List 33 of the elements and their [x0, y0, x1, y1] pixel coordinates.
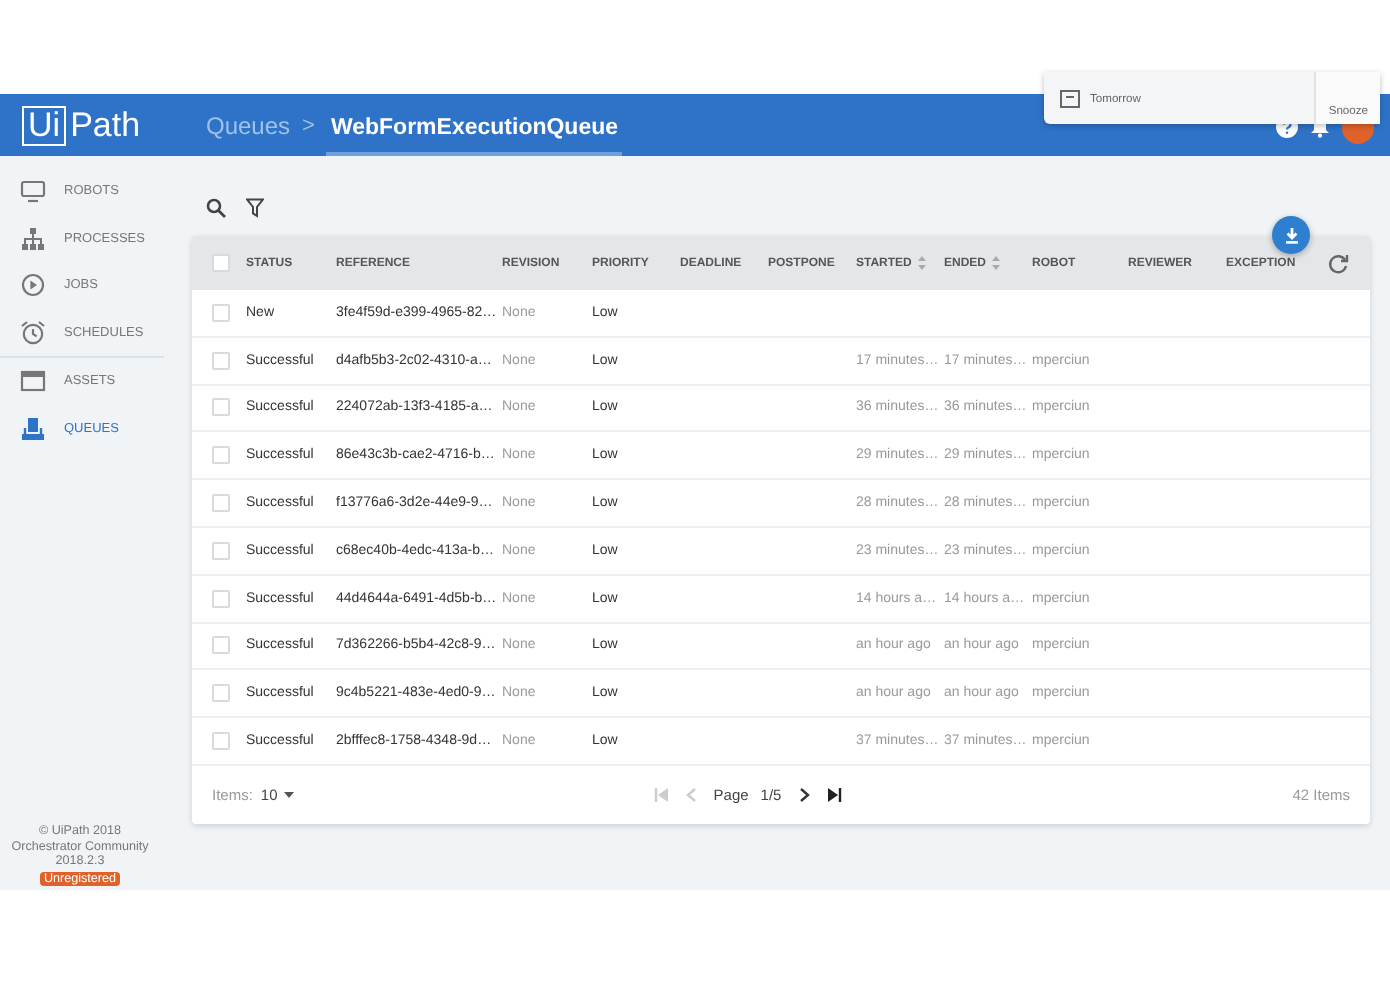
- alarm-clock-icon: [20, 319, 46, 346]
- breadcrumb-link[interactable]: Queues: [206, 111, 291, 139]
- row-checkbox[interactable]: [212, 636, 230, 655]
- download-icon: [1283, 227, 1299, 243]
- row-checkbox[interactable]: [212, 398, 230, 417]
- calendar-icon: [20, 368, 46, 395]
- logo-text: Path: [70, 105, 141, 145]
- breadcrumb-separator: >: [302, 113, 315, 137]
- filter-icon[interactable]: [246, 197, 264, 217]
- row-checkbox[interactable]: [212, 589, 230, 608]
- calendar-icon: [1060, 90, 1080, 108]
- logo-mark: Ui: [22, 105, 67, 145]
- next-page-icon[interactable]: [799, 787, 810, 802]
- row-checkbox[interactable]: [212, 541, 230, 560]
- row-checkbox[interactable]: [212, 684, 230, 703]
- sort-icon[interactable]: [992, 255, 1001, 270]
- first-page-icon[interactable]: [653, 787, 668, 802]
- row-checkbox[interactable]: [212, 351, 230, 370]
- select-all-checkbox[interactable]: [212, 254, 230, 272]
- stack-icon: [20, 415, 46, 442]
- row-checkbox[interactable]: [212, 732, 230, 751]
- last-page-icon[interactable]: [827, 787, 842, 802]
- hierarchy-icon: [20, 225, 46, 252]
- monitor-icon: [20, 178, 46, 205]
- row-checkbox[interactable]: [212, 303, 230, 322]
- row-checkbox[interactable]: [212, 494, 230, 513]
- sort-icon[interactable]: [917, 255, 926, 270]
- refresh-icon[interactable]: [1326, 251, 1350, 275]
- caret-icon: [283, 791, 294, 798]
- row-checkbox[interactable]: [212, 446, 230, 465]
- previous-page-icon[interactable]: [685, 787, 696, 802]
- play-icon: [20, 272, 46, 299]
- search-icon[interactable]: [206, 197, 226, 217]
